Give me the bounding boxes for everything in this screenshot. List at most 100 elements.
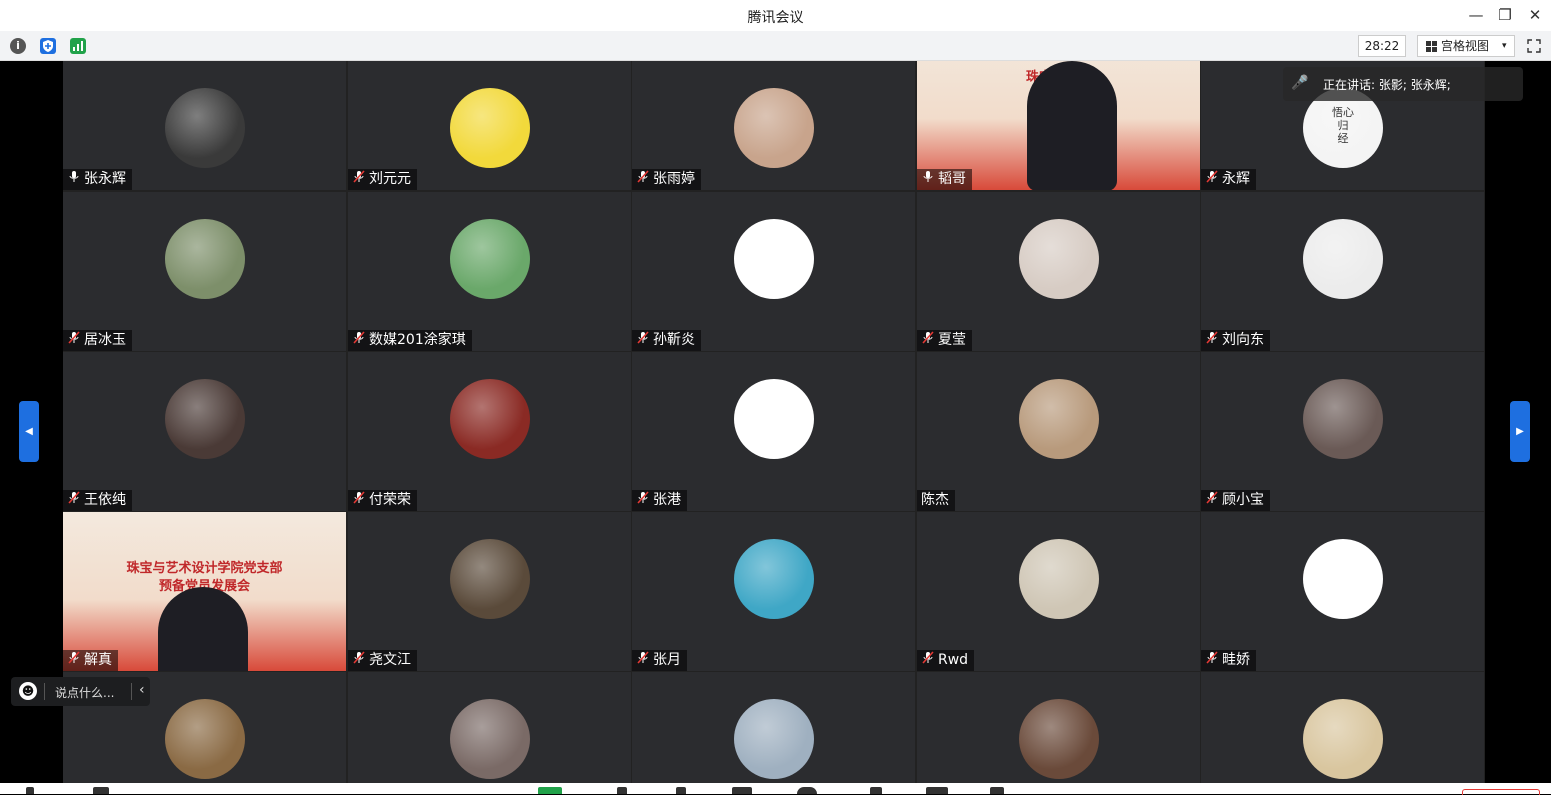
participant-tile[interactable]: 付荣荣 xyxy=(348,352,631,511)
participant-name-tag: 张港 xyxy=(632,490,687,511)
security-icon[interactable] xyxy=(538,787,562,794)
view-mode-dropdown[interactable]: 宫格视图 ▾ xyxy=(1417,35,1515,57)
leave-meeting-button[interactable] xyxy=(1462,789,1540,795)
speaker-silhouette xyxy=(158,587,248,671)
mic-muted-icon xyxy=(352,169,366,190)
participant-name: 韬哥 xyxy=(938,171,966,187)
participant-tile[interactable]: 居冰玉 xyxy=(63,192,346,351)
next-page-button[interactable]: ▶ xyxy=(1510,401,1530,462)
mute-icon[interactable] xyxy=(26,787,34,794)
participant-tile[interactable]: 珠宝与艺术 部 预备党韬哥 xyxy=(917,61,1200,190)
participant-name-tag: 刘向东 xyxy=(1201,330,1270,351)
participant-tile[interactable]: Rwd xyxy=(917,512,1200,671)
signal-icon[interactable] xyxy=(70,38,86,54)
settings-icon[interactable] xyxy=(990,787,1004,794)
participant-tile[interactable] xyxy=(917,672,1200,783)
participant-avatar xyxy=(734,88,814,168)
participant-avatar xyxy=(165,88,245,168)
participant-avatar xyxy=(1303,219,1383,299)
participant-name-tag: 付荣荣 xyxy=(348,490,417,511)
participant-tile[interactable]: 张雨婷 xyxy=(632,61,915,190)
collapse-chat-button[interactable]: ‹ xyxy=(139,682,145,698)
speaker-silhouette xyxy=(1027,61,1117,190)
emoji-icon[interactable]: ☻ xyxy=(19,682,37,700)
participant-tile[interactable]: 张月 xyxy=(632,512,915,671)
microphone-icon xyxy=(67,169,81,190)
video-icon[interactable] xyxy=(93,787,109,794)
participant-name-tag: 张月 xyxy=(632,650,687,671)
participant-name-tag: 刘元元 xyxy=(348,169,417,190)
share-screen-icon[interactable] xyxy=(732,787,752,794)
participant-name-tag: 陈杰 xyxy=(917,490,955,511)
participant-name: 夏莹 xyxy=(938,332,966,348)
participant-avatar xyxy=(734,699,814,779)
participant-name: 顾小宝 xyxy=(1222,492,1264,508)
restore-button[interactable]: ❐ xyxy=(1495,6,1515,24)
previous-page-button[interactable]: ◀ xyxy=(19,401,39,462)
participant-name: 数媒201涂家琪 xyxy=(369,332,466,348)
invite-icon[interactable] xyxy=(676,787,686,794)
participant-name: 解真 xyxy=(84,652,112,668)
mic-muted-icon xyxy=(1205,169,1219,190)
participant-name: 尧文江 xyxy=(369,652,411,668)
minimize-button[interactable]: — xyxy=(1466,6,1486,24)
window-title: 腾讯会议 xyxy=(747,10,804,26)
participant-name: 王依纯 xyxy=(84,492,126,508)
apps-icon[interactable] xyxy=(926,787,948,794)
participant-avatar xyxy=(450,699,530,779)
record-icon[interactable] xyxy=(797,787,817,794)
participant-tile[interactable]: 张港 xyxy=(632,352,915,511)
active-speaker-text: 正在讲话: 张影; 张永辉; xyxy=(1323,78,1451,92)
participant-tile[interactable]: 顾小宝 xyxy=(1201,352,1484,511)
participant-tile[interactable] xyxy=(632,672,915,783)
participant-avatar xyxy=(450,88,530,168)
participant-tile[interactable]: 畦娇 xyxy=(1201,512,1484,671)
info-icon[interactable]: i xyxy=(10,38,26,54)
chat-input-bar[interactable]: ☻ 说点什么... ‹ xyxy=(11,677,150,706)
participant-name-tag: 居冰玉 xyxy=(63,330,132,351)
participant-name: 张永辉 xyxy=(84,171,126,187)
bottom-control-bar xyxy=(0,783,1551,795)
grid-view-icon xyxy=(1426,41,1437,52)
participant-tile[interactable] xyxy=(348,672,631,783)
participant-avatar xyxy=(165,699,245,779)
participant-name-tag: 张永辉 xyxy=(63,169,132,190)
participant-name: 陈杰 xyxy=(921,492,949,508)
participant-tile[interactable]: 珠宝与艺术设计学院党支部 预备党员发展会解真 xyxy=(63,512,346,671)
participant-tile[interactable]: 刘元元 xyxy=(348,61,631,190)
raise-hand-icon[interactable] xyxy=(870,787,882,794)
participant-tile[interactable]: 王依纯 xyxy=(63,352,346,511)
mic-muted-icon xyxy=(352,650,366,671)
participant-name: 孙靳炎 xyxy=(653,332,695,348)
participant-name-tag: 张雨婷 xyxy=(632,169,701,190)
mic-muted-icon xyxy=(921,330,935,351)
participant-tile[interactable]: 张永辉 xyxy=(63,61,346,190)
participant-avatar xyxy=(450,219,530,299)
participant-avatar xyxy=(165,379,245,459)
participant-tile[interactable]: 尧文江 xyxy=(348,512,631,671)
participant-avatar xyxy=(734,219,814,299)
members-icon[interactable] xyxy=(617,787,627,794)
participant-name-tag: 数媒201涂家琪 xyxy=(348,330,472,351)
microphone-icon xyxy=(921,169,935,190)
participant-tile[interactable]: 数媒201涂家琪 xyxy=(348,192,631,351)
mic-muted-icon xyxy=(1205,650,1219,671)
participant-name-tag: 孙靳炎 xyxy=(632,330,701,351)
shield-icon[interactable] xyxy=(40,38,56,54)
close-button[interactable]: ✕ xyxy=(1525,6,1545,24)
fullscreen-icon[interactable] xyxy=(1527,38,1541,53)
mic-muted-icon xyxy=(67,650,81,671)
chat-input[interactable]: 说点什么... xyxy=(55,684,114,701)
participant-tile[interactable]: 孙靳炎 xyxy=(632,192,915,351)
participant-tile[interactable]: 夏莹 xyxy=(917,192,1200,351)
participant-tile[interactable]: 刘向东 xyxy=(1201,192,1484,351)
participant-avatar xyxy=(1019,219,1099,299)
mic-muted-icon xyxy=(636,330,650,351)
participant-name-tag: 永辉 xyxy=(1201,169,1256,190)
mic-muted-icon xyxy=(352,490,366,511)
mic-muted-icon xyxy=(636,490,650,511)
participant-avatar xyxy=(734,539,814,619)
participant-tile[interactable] xyxy=(1201,672,1484,783)
participant-tile[interactable]: 陈杰 xyxy=(917,352,1200,511)
participant-name-tag: 解真 xyxy=(63,650,118,671)
